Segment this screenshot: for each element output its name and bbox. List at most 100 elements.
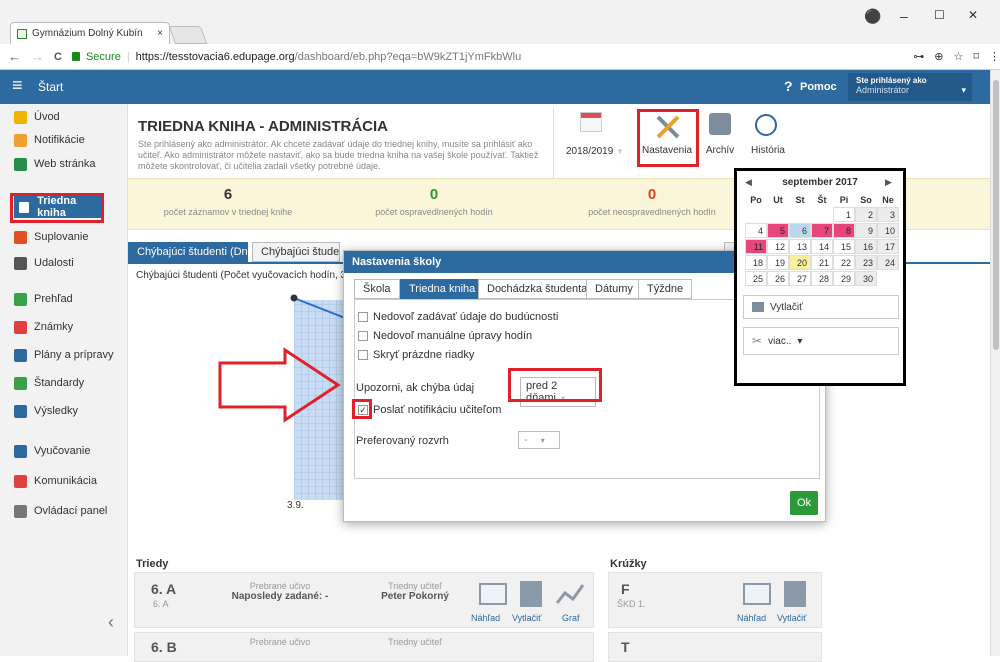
calendar-day[interactable]: 7	[811, 223, 833, 238]
zoom-icon[interactable]: ⊕	[934, 50, 943, 63]
sidebar-item-udalosti[interactable]: Udalosti	[0, 252, 128, 274]
tab-close-icon[interactable]: ×	[157, 28, 163, 39]
calendar-day[interactable]: 4	[745, 223, 767, 238]
browser-menu-icon[interactable]: ⋮	[989, 50, 1000, 63]
sidebar-item-ovl-dac-panel[interactable]: Ovládací panel	[0, 500, 128, 522]
sidebar-item-pl-ny-a-pr-pravy[interactable]: Plány a prípravy	[0, 344, 128, 366]
dialog-tab-weeks[interactable]: Týždne	[638, 279, 693, 299]
calendar-day[interactable]: 29	[833, 271, 855, 286]
preview-icon[interactable]	[743, 583, 771, 605]
print-link[interactable]: Vytlačiť	[512, 613, 542, 623]
calendar-day[interactable]: 8	[833, 223, 855, 238]
graph-icon[interactable]	[555, 581, 585, 607]
sidebar-item-zn-mky[interactable]: Známky	[0, 316, 128, 338]
calendar-day[interactable]: 24	[877, 255, 899, 270]
calendar-day[interactable]: 15	[833, 239, 855, 254]
calendar-day[interactable]: 17	[877, 239, 899, 254]
class-card[interactable]: 6. A 6. A Prebrané učivo Naposledy zadan…	[134, 572, 594, 628]
key-icon[interactable]: ⊶	[913, 50, 924, 63]
warn-select[interactable]: pred 2 dňami ▾	[520, 377, 596, 407]
checkbox-checked[interactable]: ✓	[358, 405, 368, 415]
tab-missing-days[interactable]: Chýbajúci študenti (Dni)	[128, 242, 248, 262]
calendar-day[interactable]: 19	[767, 255, 789, 270]
class-card[interactable]: 6. B Prebrané učivo Triedny učiteľ	[134, 632, 594, 662]
history-button[interactable]: História	[747, 109, 789, 159]
calendar-day[interactable]: 12	[767, 239, 789, 254]
calendar-day[interactable]: 26	[767, 271, 789, 286]
check-notify-teachers[interactable]: ✓ Poslať notifikáciu učiteľom	[358, 404, 501, 416]
calendar-day[interactable]: 28	[811, 271, 833, 286]
print-icon[interactable]	[784, 581, 806, 607]
calendar-day[interactable]: 1	[833, 207, 855, 222]
bookmark-star-icon[interactable]: ☆	[953, 50, 963, 63]
calendar-day[interactable]: 22	[833, 255, 855, 270]
settings-button[interactable]: Nastavenia	[632, 109, 702, 167]
print-icon[interactable]	[520, 581, 542, 607]
check-no-manual[interactable]: Nedovoľ manuálne úpravy hodín	[358, 330, 532, 342]
close-window-icon[interactable]: ✕	[968, 8, 978, 22]
sidebar-item-suplovanie[interactable]: Suplovanie	[0, 226, 128, 248]
dialog-tab-school[interactable]: Škola	[354, 279, 400, 299]
calendar-day[interactable]: 14	[811, 239, 833, 254]
calendar-day[interactable]: 25	[745, 271, 767, 286]
dialog-tab-dates[interactable]: Dátumy	[586, 279, 642, 299]
forward-icon[interactable]: →	[31, 49, 44, 64]
archive-button[interactable]: Archív	[703, 109, 737, 159]
user-menu[interactable]: Ste prihlásený ako Administrátor ▾	[848, 73, 972, 101]
calendar-day[interactable]: 21	[811, 255, 833, 270]
sidebar-item--vod[interactable]: Úvod	[0, 106, 128, 128]
calendar-day[interactable]: 16	[855, 239, 877, 254]
sidebar-item-notifik-cie[interactable]: Notifikácie	[0, 129, 128, 151]
calendar-day[interactable]: 5	[767, 223, 789, 238]
calendar-day[interactable]: 6	[789, 223, 811, 238]
calendar-day[interactable]: 20	[789, 255, 811, 270]
calendar-day[interactable]: 10	[877, 223, 899, 238]
help-icon[interactable]: ?	[784, 78, 793, 94]
page-scrollbar[interactable]	[990, 70, 1000, 656]
checkbox[interactable]	[358, 350, 368, 360]
print-link[interactable]: Vytlačiť	[777, 613, 807, 623]
club-card[interactable]: F ŠKD 1. Náhľad Vytlačiť	[608, 572, 822, 628]
dialog-tab-attendance[interactable]: Dochádzka študenta	[478, 279, 597, 299]
check-hide-empty[interactable]: Skryť prázdne riadky	[358, 349, 474, 361]
preview-icon[interactable]	[479, 583, 507, 605]
calendar-day[interactable]: 23	[855, 255, 877, 270]
maximize-icon[interactable]: ☐	[934, 8, 945, 22]
calendar-day[interactable]: 27	[789, 271, 811, 286]
preferred-schedule-select[interactable]: - ▾	[518, 431, 560, 449]
preview-link[interactable]: Náhľad	[737, 613, 766, 623]
reload-icon[interactable]: C	[54, 51, 62, 63]
cast-icon[interactable]: ⌑	[973, 50, 979, 63]
sidebar-item-preh-ad[interactable]: Prehľad	[0, 288, 128, 310]
new-tab-button[interactable]	[168, 26, 208, 44]
sidebar-item--tandardy[interactable]: Štandardy	[0, 372, 128, 394]
sidebar-item-komunik-cia[interactable]: Komunikácia	[0, 470, 128, 492]
calendar-day[interactable]: 30	[855, 271, 877, 286]
minimize-icon[interactable]: –	[900, 8, 908, 24]
help-link[interactable]: Pomoc	[800, 81, 837, 93]
sidebar-item-vyu-ovanie[interactable]: Vyučovanie	[0, 440, 128, 462]
check-no-future[interactable]: Nedovoľ zadávať údaje do budúcnosti	[358, 311, 558, 323]
sidebar-item-v-sledky[interactable]: Výsledky	[0, 400, 128, 422]
sidebar-item-web-str-nka[interactable]: Web stránka	[0, 153, 128, 175]
club-card[interactable]: T	[608, 632, 822, 662]
sidebar-collapse-icon[interactable]: ‹	[108, 612, 114, 633]
ok-button[interactable]: Ok	[790, 491, 818, 515]
dialog-tab-class-book[interactable]: Triedna kniha	[400, 279, 485, 299]
address-bar[interactable]: Secure | https://tesstovacia6.edupage.or…	[71, 51, 875, 63]
graph-link[interactable]: Graf	[562, 613, 580, 623]
preview-link[interactable]: Náhľad	[471, 613, 500, 623]
profile-icon[interactable]: ⚫	[864, 8, 881, 25]
calendar-day[interactable]: 13	[789, 239, 811, 254]
checkbox[interactable]	[358, 331, 368, 341]
next-month-icon[interactable]: ▶	[885, 177, 892, 188]
back-icon[interactable]: ←	[8, 49, 21, 64]
print-button[interactable]: Vytlačiť	[743, 295, 899, 319]
calendar-day[interactable]: 2	[855, 207, 877, 222]
browser-tab[interactable]: Gymnázium Dolný Kubín ×	[10, 22, 170, 44]
tab-missing-total[interactable]: Chýbajúci študenti (Celk.)	[252, 242, 340, 262]
calendar-day[interactable]: 9	[855, 223, 877, 238]
calendar-day[interactable]: 3	[877, 207, 899, 222]
more-button[interactable]: ✂ viac.. ▾	[743, 327, 899, 355]
year-select[interactable]: 2018/2019 ▼	[566, 146, 624, 157]
